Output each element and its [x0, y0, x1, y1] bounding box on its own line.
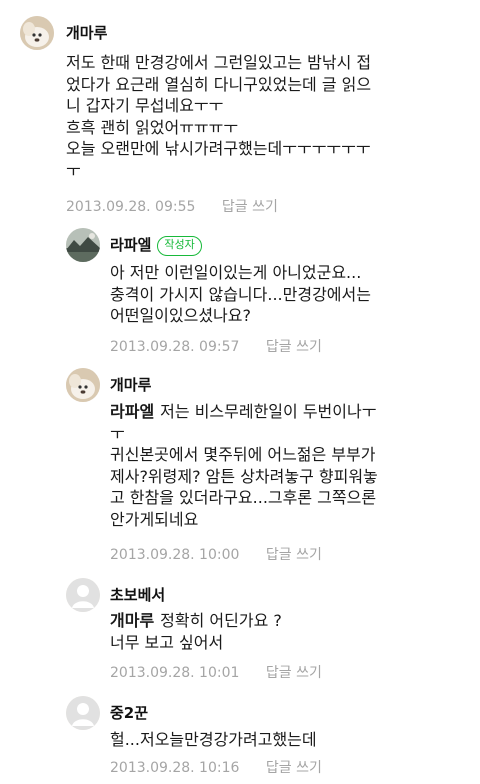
comment-line: 아 저만 이런일이있는게 아니었군요...	[110, 263, 362, 282]
comment-line: ㅜ	[66, 160, 81, 180]
comment-meta: 2013.09.28. 09:57 답글 쓰기	[110, 336, 322, 356]
author-name[interactable]: 라파엘	[110, 236, 151, 254]
comment-line: 흐흑 괜히 읽었어ㅠㅠㅠㅜ	[66, 117, 239, 137]
comment-line: 헐...저오늘만경강가려고했는데	[110, 730, 317, 749]
comment-line: 어떤일이있으셨나요?	[110, 306, 251, 325]
comment-meta: 2013.09.28. 10:16 답글 쓰기	[110, 757, 322, 777]
comment-line: 안가게되네요	[110, 509, 199, 529]
reply-button[interactable]: 답글 쓰기	[266, 547, 322, 563]
comment-text: 아 저만 이런일이있는게 아니었군요... 충격이 가시지 않습니다...만경강…	[110, 262, 371, 327]
comment-date: 2013.09.28. 10:01	[110, 665, 240, 681]
avatar[interactable]	[66, 696, 100, 730]
reply-button[interactable]: 답글 쓰기	[222, 199, 278, 215]
comment-line: ㅜ	[110, 423, 125, 443]
dog-avatar-icon	[66, 368, 100, 402]
comment-line: 제사?위령제? 암튼 상차려놓구 향피워놓	[110, 466, 378, 486]
writer-badge: 작성자	[157, 236, 202, 256]
comment-line: 저도 한때 만경강에서 그런일있고는 밤낚시 접	[66, 53, 372, 72]
comment-line-text: 저는 비스무레한일이 두번이나ㅜ	[160, 402, 377, 421]
avatar[interactable]	[66, 228, 100, 262]
comment-text: 저도 한때 만경강에서 그런일있고는 밤낚시 접 었다가 요근래 열심히 다니구…	[66, 52, 371, 181]
comment-meta: 2013.09.28. 10:00 답글 쓰기	[110, 544, 322, 564]
landscape-avatar-icon	[66, 228, 100, 262]
comment-line: 었다가 요근래 열심히 다니구있었는데 글 읽으	[66, 74, 372, 94]
mention-tag[interactable]: 라파엘	[110, 402, 154, 421]
comment-date: 2013.09.28. 10:16	[110, 760, 240, 776]
default-profile-icon	[66, 578, 100, 612]
comment-line: 너무 보고 싶어서	[110, 632, 224, 652]
comment-author[interactable]: 초보베서	[110, 584, 165, 605]
avatar[interactable]	[66, 578, 100, 612]
comment-text: 개마루 정확히 어딘가요 ? 너무 보고 싶어서	[110, 610, 282, 653]
comment-date: 2013.09.28. 09:55	[66, 199, 196, 215]
comment-line: 니 갑자기 무섭네요ㅜㅜ	[66, 96, 224, 115]
comment-meta: 2013.09.28. 10:01 답글 쓰기	[110, 662, 322, 682]
comment-line: 귀신본곳에서 몇주뒤에 어느젊은 부부가	[110, 445, 376, 464]
comment-line: 충격이 가시지 않습니다...만경강에서는	[110, 284, 371, 304]
comment-line-text: 정확히 어딘가요 ?	[160, 611, 282, 630]
dog-avatar-icon	[20, 16, 54, 50]
avatar[interactable]	[20, 16, 54, 50]
default-profile-icon	[66, 696, 100, 730]
comment-author[interactable]: 개마루	[66, 22, 107, 43]
avatar[interactable]	[66, 368, 100, 402]
comment-line: 개마루 정확히 어딘가요 ?	[110, 610, 282, 632]
comment-date: 2013.09.28. 10:00	[110, 547, 240, 563]
reply-button[interactable]: 답글 쓰기	[266, 760, 322, 776]
comment-line: 라파엘 저는 비스무레한일이 두번이나ㅜ	[110, 401, 378, 423]
reply-button[interactable]: 답글 쓰기	[266, 339, 322, 355]
comment-text: 라파엘 저는 비스무레한일이 두번이나ㅜ ㅜ 귀신본곳에서 몇주뒤에 어느젊은 부…	[110, 401, 378, 530]
comment-date: 2013.09.28. 09:57	[110, 339, 240, 355]
comment-author[interactable]: 개마루	[110, 374, 151, 395]
comment-meta: 2013.09.28. 09:55 답글 쓰기	[66, 196, 278, 216]
reply-button[interactable]: 답글 쓰기	[266, 665, 322, 681]
comment-author: 라파엘 작성자	[110, 234, 202, 256]
comment-text: 헐...저오늘만경강가려고했는데	[110, 729, 317, 751]
comment-line: 고 한참을 있더라구요...그후론 그쪽으론	[110, 488, 377, 507]
mention-tag[interactable]: 개마루	[110, 611, 154, 630]
comment-line: 오늘 오랜만에 낚시가려구했는데ㅜㅜㅜㅜㅜㅜ	[66, 139, 371, 158]
comment-author[interactable]: 중2꾼	[110, 702, 148, 723]
